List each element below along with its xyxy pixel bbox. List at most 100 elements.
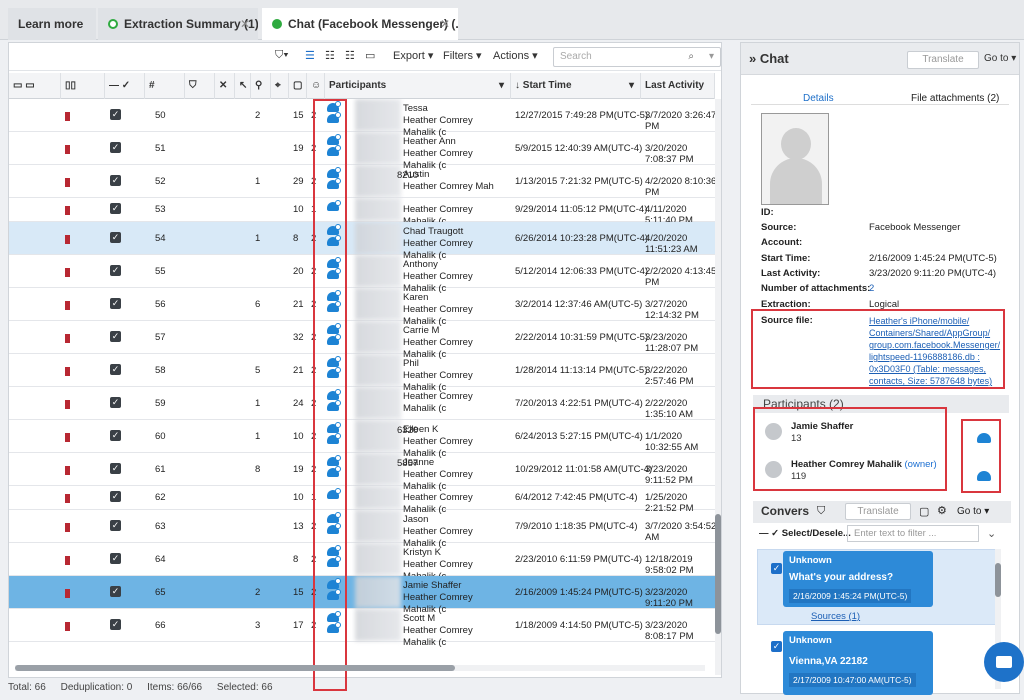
number-column-header[interactable]: # xyxy=(145,73,185,99)
table-row[interactable]: ✓ 59 1 24 2 Heather Comrey Mahalik (c 7/20/201… xyxy=(9,387,715,420)
cursor-column-header[interactable]: ↖ xyxy=(235,73,251,99)
message-time: 2/16/2009 1:45:24 PM(UTC-5) xyxy=(789,589,912,603)
detail-value[interactable]: 2 xyxy=(869,283,874,294)
select-deselect-toggle[interactable]: — ✓ Select/Desele... xyxy=(759,528,851,539)
people-column-header[interactable]: ☺ xyxy=(307,73,325,99)
start-time: 7/20/2013 4:22:51 PM(UTC-4) xyxy=(515,397,643,409)
chevron-down-icon[interactable]: ▾ xyxy=(629,73,634,99)
row-checkbox[interactable]: ✓ xyxy=(110,396,121,408)
table-row[interactable]: ✓ 56 6 21 2 Karen Heather Comrey Mahalik (c 3/… xyxy=(9,288,715,327)
start-time-column-header[interactable]: ↓ Start Time ▾ xyxy=(511,73,641,99)
translate-button[interactable]: Translate xyxy=(907,51,979,69)
row-checkbox[interactable]: ✓ xyxy=(110,330,121,342)
tag-icon[interactable]: ⛉ xyxy=(817,505,825,518)
messages-column-header[interactable]: ▢ xyxy=(289,73,307,99)
tag-column-header[interactable]: ⛉ xyxy=(185,73,215,99)
table-row[interactable]: ✓ 60 1 10 2 6320 Eileen K Heather Comrey Mahali… xyxy=(9,420,715,459)
tab-extraction-summary[interactable]: Extraction Summary (1) ✕ xyxy=(98,8,258,40)
table-row[interactable]: ✓ 58 5 21 2 Phil Heather Comrey Mahalik (c 1/2… xyxy=(9,354,715,393)
row-checkbox[interactable]: ✓ xyxy=(110,363,121,375)
search-input[interactable]: Search ⌕ ▾ xyxy=(553,47,721,67)
filters-button[interactable]: Filters ▾ xyxy=(443,49,482,62)
source-file-label: Source file: xyxy=(761,315,813,326)
list-view-icon[interactable]: ☰ xyxy=(305,49,315,62)
message-checkbox[interactable]: ✓ xyxy=(771,563,782,574)
grid-rows: ✓ 50 2 15 2 Tessa Heather Comrey Mahalik (c 12… xyxy=(9,99,715,661)
table-row[interactable]: ✓ 51 19 2 Heather Ann Heather Comrey Mahalik … xyxy=(9,132,715,171)
row-checkbox[interactable]: ✓ xyxy=(110,618,121,630)
actions-button[interactable]: Actions ▾ xyxy=(493,49,538,62)
table-row[interactable]: ✓ 65 2 15 2 Jamie Shaffer Heather Comrey Mahal… xyxy=(9,576,715,615)
chat-bubble-icon[interactable]: ▭ xyxy=(365,49,375,62)
row-checkbox[interactable]: ✓ xyxy=(110,141,121,153)
vertical-scrollbar[interactable] xyxy=(715,99,721,675)
source-file-link[interactable]: Heather's iPhone/mobile/Containers/Share… xyxy=(869,315,1000,387)
row-checkbox[interactable]: ✓ xyxy=(110,231,121,243)
table-row[interactable]: ✓ 63 13 2 Jason Heather Comrey Mahalik (c 7/9… xyxy=(9,510,715,549)
row-checkbox[interactable]: ✓ xyxy=(110,174,121,186)
location-column-header[interactable]: ⌖ xyxy=(271,73,289,99)
folder-column-header[interactable]: ▭ ▭ xyxy=(9,73,61,99)
checklist-icon[interactable]: ☷ xyxy=(325,49,335,62)
row-checkbox[interactable]: ✓ xyxy=(110,429,121,441)
horizontal-scrollbar[interactable] xyxy=(15,665,705,671)
participants-column-header[interactable]: Participants ▾ xyxy=(325,73,511,99)
table-row[interactable]: ✓53101Heather Comrey Mahalik (c9/29/2014… xyxy=(9,198,715,227)
tab-details[interactable]: Details xyxy=(803,93,834,104)
message-bubble[interactable]: Unknown Vienna,VA 22182 2/17/2009 10:47:… xyxy=(783,631,933,695)
row-number: 54 xyxy=(155,232,166,244)
detail-label: Number of attachments: xyxy=(761,283,871,294)
table-row[interactable]: ✓ 66 3 17 2 Scott M Heather Comrey Mahalik (c 1… xyxy=(9,609,715,648)
scroll-thumb[interactable] xyxy=(15,665,455,671)
check-column-header[interactable]: — ✓ xyxy=(105,73,145,99)
table-row[interactable]: ✓6482Kristyn KHeather Comrey Mahalik (c2… xyxy=(9,543,715,582)
tag-icon[interactable]: ⛉▾ xyxy=(275,49,289,62)
chevron-down-icon[interactable]: ▾ xyxy=(499,73,504,99)
export-button[interactable]: Export ▾ xyxy=(393,49,433,62)
camera-icon[interactable] xyxy=(984,642,1024,682)
search-icon[interactable]: ⌕ xyxy=(688,48,694,66)
table-row[interactable]: ✓ 61 8 19 2 5857 Joanne Heather Comrey Mahalik… xyxy=(9,453,715,492)
close-icon[interactable]: ✕ xyxy=(240,8,250,40)
conversation-translate-button[interactable]: Translate xyxy=(845,503,911,520)
row-checkbox[interactable]: ✓ xyxy=(110,585,121,597)
chevron-down-icon[interactable]: ⌄ xyxy=(987,527,996,540)
scroll-thumb[interactable] xyxy=(715,514,721,634)
chart-column-header[interactable]: ▯▯ xyxy=(61,73,105,99)
row-checkbox[interactable]: ✓ xyxy=(110,264,121,276)
chevron-down-icon[interactable]: ▾ xyxy=(709,48,714,66)
table-row[interactable]: ✓ 57 32 2 Carrie M Heather Comrey Mahalik (c 2… xyxy=(9,321,715,360)
row-checkbox[interactable]: ✓ xyxy=(110,552,121,564)
redacted-id xyxy=(355,132,401,164)
sources-link[interactable]: Sources (1) xyxy=(811,611,860,622)
table-row[interactable]: ✓ 50 2 15 2 Tessa Heather Comrey Mahalik (c 12… xyxy=(9,99,715,138)
scroll-thumb[interactable] xyxy=(995,563,1001,597)
checklist-alt-icon[interactable]: ☷ xyxy=(345,49,355,62)
last-activity-column-header[interactable]: Last Activity xyxy=(641,73,715,99)
message-count: 32 xyxy=(293,331,304,343)
table-row[interactable]: ✓ 52 1 29 2 8210 Austin Heather Comrey Mah 1/13… xyxy=(9,165,715,198)
tab-chat[interactable]: Chat (Facebook Messenger) (... ✕ xyxy=(262,8,458,40)
row-checkbox[interactable]: ✓ xyxy=(110,491,121,502)
message-checkbox[interactable]: ✓ xyxy=(771,641,782,652)
filter-input[interactable]: Enter text to filter ... xyxy=(847,525,979,542)
message-bubble[interactable]: Unknown What's your address? 2/16/2009 1… xyxy=(783,551,933,607)
gear-icon[interactable]: ⚙ xyxy=(937,504,947,517)
close-icon[interactable]: ✕ xyxy=(440,8,450,40)
row-checkbox[interactable]: ✓ xyxy=(110,297,121,309)
row-checkbox[interactable]: ✓ xyxy=(110,462,121,474)
chat-bubble-icon[interactable]: ▢ xyxy=(919,505,929,518)
tab-file-attachments[interactable]: File attachments (2) xyxy=(911,93,999,104)
table-row[interactable]: ✓ 54 1 8 2 Chad Traugott Heather Comrey Mahali… xyxy=(9,222,715,261)
tab-learn-more[interactable]: Learn more xyxy=(8,8,96,40)
delete-column-header[interactable]: ✕ xyxy=(215,73,235,99)
table-row[interactable]: ✓ 55 20 2 Anthony Heather Comrey Mahalik (c 5… xyxy=(9,255,715,294)
table-row[interactable]: ✓ 62 10 1 Heather Comrey Mahalik (c 6/4/2012 … xyxy=(9,486,715,515)
row-checkbox[interactable]: ✓ xyxy=(110,203,121,214)
attachment-column-header[interactable]: ⚲ xyxy=(251,73,271,99)
conversation-goto-button[interactable]: Go to ▾ xyxy=(957,506,989,517)
goto-button[interactable]: Go to ▾ xyxy=(984,53,1016,64)
row-checkbox[interactable]: ✓ xyxy=(110,108,121,120)
message-count: 19 xyxy=(293,142,304,154)
row-checkbox[interactable]: ✓ xyxy=(110,519,121,531)
